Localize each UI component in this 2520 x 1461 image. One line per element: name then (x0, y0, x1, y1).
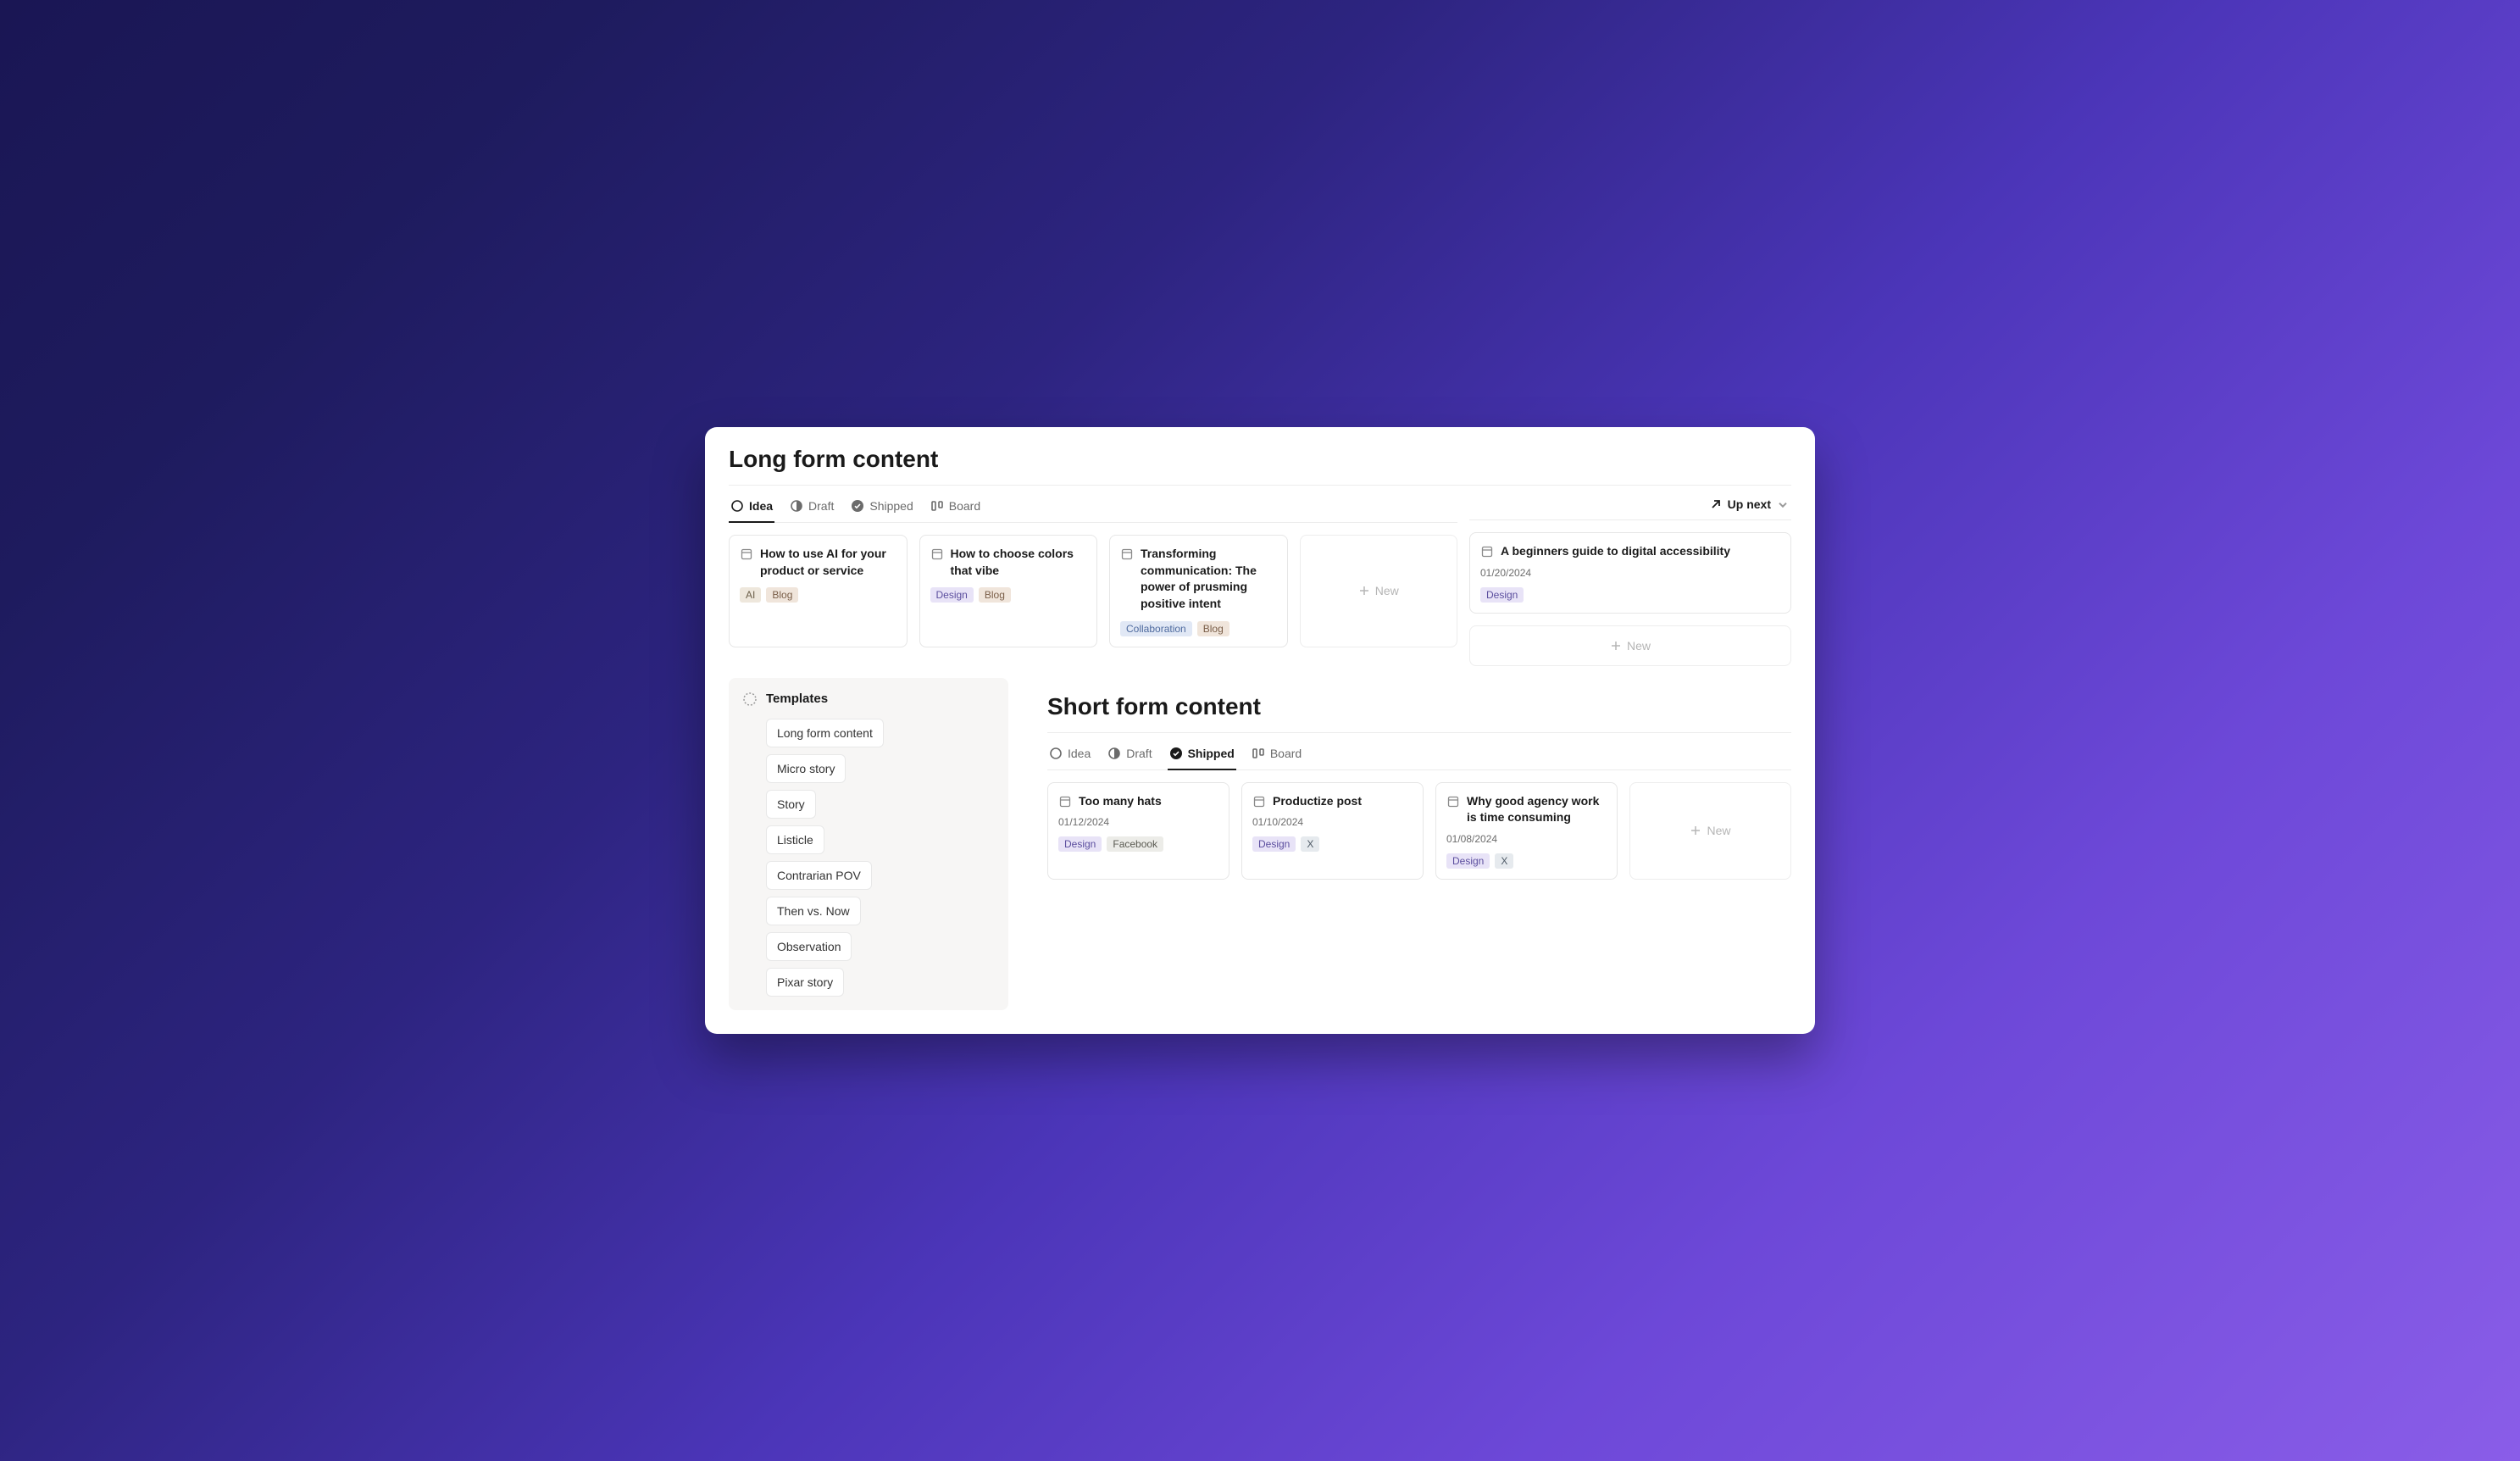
tab-idea[interactable]: Idea (1047, 736, 1092, 770)
card-title: Transforming communication: The power of… (1141, 546, 1277, 612)
tag: AI (740, 587, 761, 603)
chevron-down-icon (1776, 497, 1790, 511)
card-tags: Design X (1252, 836, 1413, 852)
circle-icon (730, 499, 744, 513)
card-long-1[interactable]: How to choose colors that vibe Design Blo… (919, 535, 1098, 647)
page-icon (1446, 795, 1460, 808)
circle-icon (1049, 747, 1063, 760)
template-item[interactable]: Long form content (766, 719, 884, 747)
tab-idea[interactable]: Idea (729, 489, 774, 523)
template-item[interactable]: Story (766, 790, 816, 819)
tag: Blog (766, 587, 798, 603)
new-card-button[interactable]: New (1300, 535, 1458, 647)
short-form-title: Short form content (1047, 693, 1791, 733)
card-long-0[interactable]: How to use AI for your product or servic… (729, 535, 908, 647)
dashed-circle-icon (742, 692, 758, 707)
template-item[interactable]: Contrarian POV (766, 861, 872, 890)
check-circle-icon (1169, 747, 1183, 760)
tab-board[interactable]: Board (929, 489, 982, 523)
card-short-1[interactable]: Productize post 01/10/2024 Design X (1241, 782, 1424, 880)
templates-list: Long form content Micro story Story List… (742, 719, 995, 997)
card-title: Productize post (1273, 793, 1362, 810)
template-item[interactable]: Listicle (766, 825, 824, 854)
template-item[interactable]: Pixar story (766, 968, 844, 997)
card-date: 01/12/2024 (1058, 816, 1218, 828)
card-date: 01/10/2024 (1252, 816, 1413, 828)
templates-panel: Templates Long form content Micro story … (729, 678, 1008, 1010)
long-form-tabs: Idea Draft Shipped Board (729, 489, 982, 522)
tab-shipped[interactable]: Shipped (849, 489, 914, 523)
plus-icon (1610, 640, 1622, 652)
tag: Blog (979, 587, 1011, 603)
page-icon (1252, 795, 1266, 808)
tag: X (1301, 836, 1319, 852)
app-window: Long form content Idea Draft Shipped (705, 427, 1815, 1034)
card-date: 01/08/2024 (1446, 833, 1607, 845)
page-icon (1120, 547, 1134, 561)
card-upnext-0[interactable]: A beginners guide to digital accessibili… (1469, 532, 1791, 614)
page-icon (740, 547, 753, 561)
card-tags: Design Facebook (1058, 836, 1218, 852)
card-short-0[interactable]: Too many hats 01/12/2024 Design Facebook (1047, 782, 1229, 880)
card-tags: Collaboration Blog (1120, 621, 1277, 636)
half-circle-icon (790, 499, 803, 513)
page-icon (930, 547, 944, 561)
new-card-button[interactable]: New (1469, 625, 1791, 666)
template-item[interactable]: Micro story (766, 754, 846, 783)
tag: Blog (1197, 621, 1229, 636)
tag: Collaboration (1120, 621, 1192, 636)
new-card-button[interactable]: New (1629, 782, 1791, 880)
card-date: 01/20/2024 (1480, 567, 1780, 579)
card-title: How to choose colors that vibe (951, 546, 1087, 579)
tab-shipped[interactable]: Shipped (1168, 736, 1236, 770)
tag: Design (1058, 836, 1102, 852)
tag: Design (1446, 853, 1490, 869)
card-long-2[interactable]: Transforming communication: The power of… (1109, 535, 1288, 647)
page-icon (1480, 545, 1494, 558)
card-tags: Design X (1446, 853, 1607, 869)
card-tags: AI Blog (740, 587, 896, 603)
short-form-tabs: Idea Draft Shipped Board (1047, 736, 1303, 769)
tab-board[interactable]: Board (1250, 736, 1303, 770)
template-item[interactable]: Observation (766, 932, 852, 961)
tag: Facebook (1107, 836, 1163, 852)
card-title: Too many hats (1079, 793, 1162, 810)
tag: Design (1252, 836, 1296, 852)
long-form-card-row: How to use AI for your product or servic… (729, 535, 1457, 647)
tag: Design (1480, 587, 1524, 603)
page-icon (1058, 795, 1072, 808)
card-title: A beginners guide to digital accessibili… (1501, 543, 1730, 560)
long-form-title: Long form content (729, 446, 1791, 486)
card-tags: Design (1480, 587, 1780, 603)
card-short-2[interactable]: Why good agency work is time consuming 0… (1435, 782, 1618, 880)
templates-title: Templates (766, 692, 828, 706)
short-form-card-row: Too many hats 01/12/2024 DesignFacebook … (1047, 782, 1791, 880)
template-item[interactable]: Then vs. Now (766, 897, 861, 925)
half-circle-icon (1107, 747, 1121, 760)
plus-icon (1690, 825, 1701, 836)
card-tags: Design Blog (930, 587, 1087, 603)
board-icon (930, 499, 944, 513)
tab-draft[interactable]: Draft (788, 489, 835, 523)
check-circle-icon (851, 499, 864, 513)
card-title: How to use AI for your product or servic… (760, 546, 896, 579)
plus-icon (1358, 585, 1370, 597)
board-icon (1252, 747, 1265, 760)
tag: X (1495, 853, 1513, 869)
up-next-button[interactable]: Up next (1707, 489, 1791, 519)
tab-draft[interactable]: Draft (1106, 736, 1153, 770)
arrow-up-right-icon (1709, 497, 1723, 511)
card-title: Why good agency work is time consuming (1467, 793, 1607, 826)
tag: Design (930, 587, 974, 603)
